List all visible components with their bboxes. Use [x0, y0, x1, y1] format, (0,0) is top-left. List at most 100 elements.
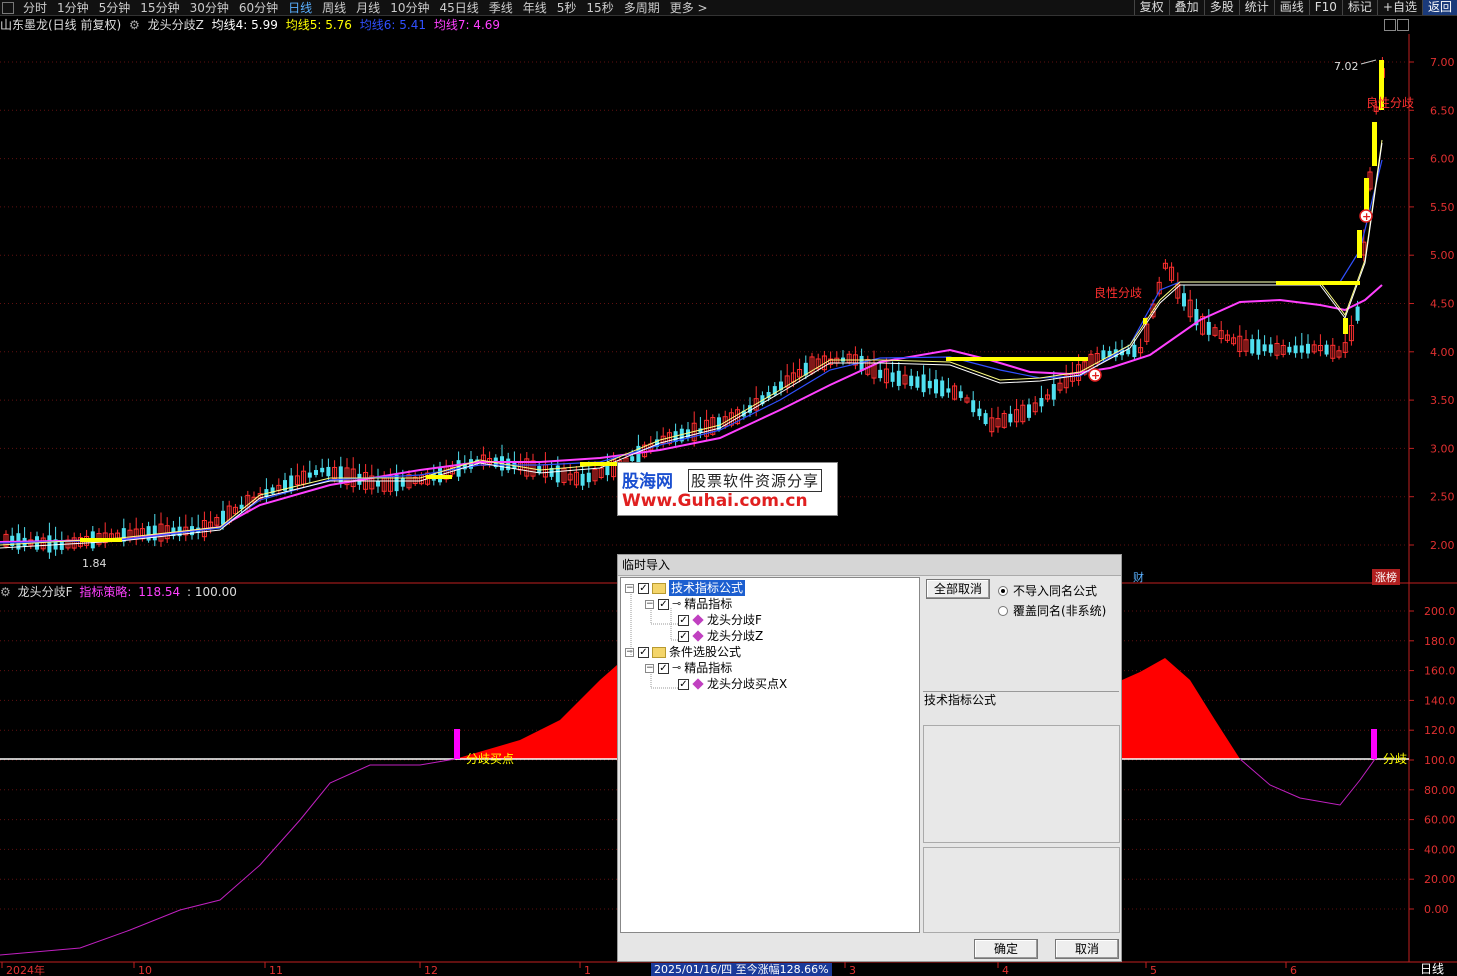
- candle-body-down: [934, 379, 938, 394]
- candle-body-down: [605, 465, 610, 476]
- radio-overwrite-label: 覆盖同名(非系统): [1013, 604, 1107, 618]
- candle-body-down: [983, 413, 988, 425]
- divergence-bar: [426, 475, 452, 479]
- sub-tick-label: 20.00: [1424, 873, 1456, 886]
- sub-tick-label: 160.0: [1424, 665, 1456, 678]
- sub-tick-label: 120.0: [1424, 724, 1456, 737]
- key-icon: ⊸: [672, 661, 682, 674]
- radio-no-import[interactable]: 不导入同名公式: [998, 582, 1097, 599]
- tree-node-2[interactable]: ✓ 龙头分歧F: [665, 612, 762, 628]
- tree-node-label: 技术指标公式: [669, 580, 746, 596]
- folder-icon: [652, 582, 666, 594]
- tree-node-3[interactable]: ✓ 龙头分歧Z: [665, 628, 763, 644]
- sub-tick-label: 40.00: [1424, 843, 1456, 856]
- watermark-brand: 股海网: [622, 472, 673, 492]
- expand-icon[interactable]: −: [625, 583, 634, 593]
- time-tick-label: 5: [1150, 964, 1157, 976]
- sub-settings-icon[interactable]: ⚙: [0, 585, 11, 599]
- sub-tick-label: 140.0: [1424, 694, 1456, 707]
- checkbox-icon[interactable]: ✓: [638, 646, 649, 658]
- checkbox-icon[interactable]: ✓: [678, 630, 689, 642]
- tree-node-5[interactable]: − ✓ ⊸ 精品指标: [645, 660, 732, 676]
- candle-body-down: [314, 470, 318, 475]
- cancel-button[interactable]: 取消: [1055, 939, 1119, 959]
- ok-button[interactable]: 确定: [974, 939, 1038, 959]
- signal-column: [1143, 318, 1147, 324]
- price-tick-label: 2.50: [1430, 491, 1455, 504]
- candle-body-down: [977, 408, 982, 417]
- candle-body-down: [958, 391, 963, 398]
- price-axis: 7.00 6.50 6.00 5.50 5.00 4.50 4.00 3.50 3.00 2.50…: [1409, 56, 1455, 552]
- time-tick-label: 3: [849, 964, 856, 976]
- candle-body-down: [1355, 306, 1360, 321]
- signal-column: [1357, 230, 1362, 258]
- tree-node-label: 精品指标: [684, 597, 733, 611]
- sub-tick-label: 60.00: [1424, 814, 1456, 827]
- low-label: 1.84: [82, 557, 107, 570]
- expand-icon[interactable]: −: [645, 663, 654, 673]
- candle-body-down: [915, 376, 920, 388]
- signal-column: [1372, 122, 1377, 166]
- sub-tick-label: 180.0: [1424, 635, 1456, 648]
- price-tick-label: 2.00: [1430, 539, 1455, 552]
- expand-icon[interactable]: −: [645, 599, 654, 609]
- sub-indicator-name: 龙头分歧F: [17, 585, 73, 599]
- candle-body-down: [1306, 343, 1310, 354]
- checkbox-icon[interactable]: ✓: [678, 678, 689, 690]
- price-tick-label: 4.50: [1430, 298, 1455, 311]
- candle-body-down: [326, 466, 331, 477]
- price-tick-label: 5.50: [1430, 201, 1455, 214]
- signal-label-2: 良性分歧: [1366, 95, 1414, 110]
- candle-body-down: [221, 510, 225, 525]
- info-panel-top: [923, 725, 1120, 843]
- formula-tree[interactable]: − ✓ 技术指标公式 − ✓ ⊸ 精品指标 ✓ 龙头分歧F ✓ 龙头分歧Z − ✓ 条件选股公式 − ✓ ⊸ 精品…: [620, 577, 920, 933]
- candle-body-down: [1039, 397, 1044, 407]
- candle-body-down: [940, 380, 945, 397]
- candle-body-down: [1287, 346, 1292, 353]
- tree-node-1[interactable]: − ✓ ⊸ 精品指标: [645, 596, 732, 612]
- candle-body-down: [1324, 344, 1329, 355]
- checkbox-icon[interactable]: ✓: [678, 614, 689, 626]
- price-tick-label: 6.00: [1430, 153, 1455, 166]
- info-label: 技术指标公式: [924, 693, 997, 707]
- candle-body-down: [1206, 321, 1211, 335]
- time-tick-label: 2024年: [6, 963, 45, 976]
- checkbox-icon[interactable]: ✓: [658, 662, 669, 674]
- checkbox-icon[interactable]: ✓: [638, 582, 649, 594]
- signal-column: [1343, 318, 1348, 334]
- dialog-title: 临时导入: [618, 555, 1121, 576]
- radio-overwrite-dot[interactable]: [998, 605, 1008, 616]
- candle-body-down: [1299, 345, 1304, 353]
- import-dialog: 临时导入 − ✓ 技术指标公式 − ✓ ⊸ 精品指标 ✓ 龙头分歧F ✓ 龙头分歧Z − ✓ 条件选股公式…: [617, 554, 1122, 962]
- candle-body-down: [1051, 384, 1056, 400]
- candle-body-down: [586, 472, 591, 483]
- tree-node-4[interactable]: − ✓ 条件选股公式: [625, 644, 741, 660]
- price-tick-label: 3.50: [1430, 394, 1455, 407]
- candle-body-down: [946, 388, 951, 393]
- candle-body-down: [1027, 404, 1031, 418]
- formula-icon: [692, 614, 704, 626]
- gainers-badge[interactable]: 涨榜: [1372, 569, 1400, 585]
- divergence-bar: [1276, 281, 1360, 285]
- checkbox-icon[interactable]: ✓: [658, 598, 669, 610]
- time-tick-label: 1: [584, 964, 591, 976]
- indicator-axis: 200.0 180.0 160.0 140.0 120.0 100.0 80.00 60.00…: [1409, 605, 1456, 916]
- radio-no-import-dot[interactable]: [998, 585, 1008, 596]
- candle-body-down: [1182, 293, 1186, 307]
- tree-node-label: 条件选股公式: [669, 645, 742, 659]
- expand-icon[interactable]: −: [625, 647, 634, 657]
- finance-badge[interactable]: 财: [1130, 569, 1147, 585]
- candle-body-down: [896, 370, 901, 386]
- cancel-all-button[interactable]: 全部取消: [926, 579, 990, 599]
- divergence-bar: [80, 538, 122, 542]
- candle-body-down: [47, 535, 52, 553]
- price-tick-label: 3.00: [1430, 442, 1455, 455]
- tree-node-0[interactable]: − ✓ 技术指标公式: [625, 580, 746, 596]
- radio-overwrite[interactable]: 覆盖同名(非系统): [998, 602, 1106, 619]
- radio-no-import-label: 不导入同名公式: [1013, 584, 1098, 598]
- right-signal-label: 分歧: [1383, 752, 1407, 766]
- tree-node-6[interactable]: ✓ 龙头分歧买点X: [665, 676, 787, 692]
- tree-node-label: 龙头分歧买点X: [707, 677, 788, 691]
- buy-signal-bar-right: [1371, 729, 1377, 759]
- price-tick-label: 4.00: [1430, 346, 1455, 359]
